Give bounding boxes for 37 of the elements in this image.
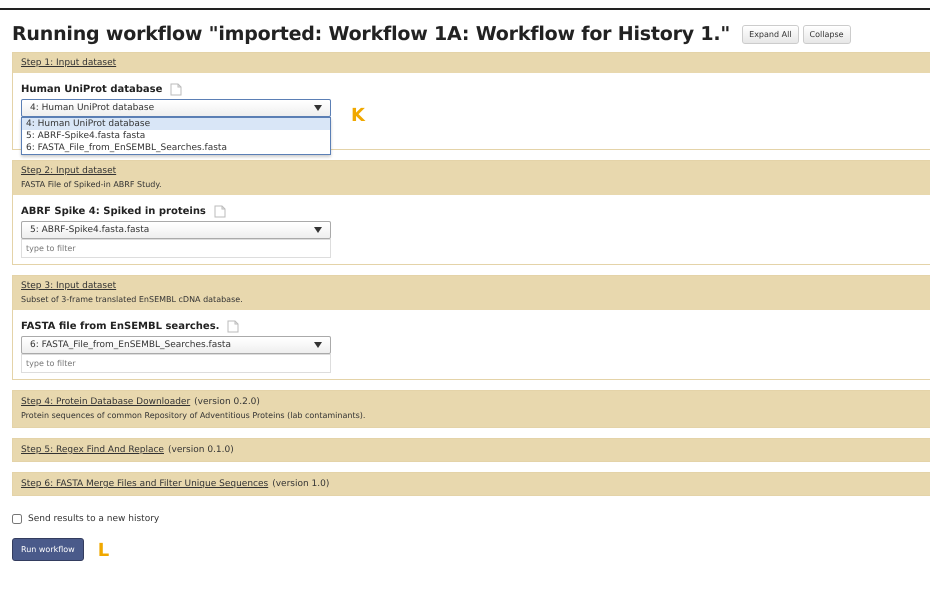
checkbox-label: Send results to a new history bbox=[28, 514, 160, 524]
step-description: Subset of 3-frame translated EnSEMBL cDNA database. bbox=[21, 294, 244, 306]
tool-link[interactable]: Step 5: Regex Find And Replace bbox=[21, 443, 164, 457]
header-button[interactable]: Collapse bbox=[802, 24, 851, 44]
page-title: Running workflow "imported: Workflow 1A: Workflow for History 1." bbox=[12, 23, 730, 45]
dropdown-option[interactable]: 6: FASTA_File_from_EnSEMBL_Searches.fasta bbox=[22, 142, 330, 154]
dataset-select[interactable]: 6: FASTA_File_from_EnSEMBL_Searches.fasta bbox=[21, 336, 331, 354]
checkbox[interactable] bbox=[12, 514, 22, 524]
header-button[interactable]: Expand All bbox=[742, 24, 799, 44]
parameter-label: Human UniProt database bbox=[21, 84, 162, 95]
filter-field[interactable]: type to filter bbox=[21, 239, 331, 258]
dataset-select[interactable]: 5: ABRF-Spike4.fasta.fasta bbox=[21, 221, 331, 239]
version-text: (version 0.1.0) bbox=[168, 444, 234, 457]
step-title: Step 3: Input dataset bbox=[21, 280, 118, 293]
step-description: FASTA File of Spiked-in ABRF Study. bbox=[21, 179, 162, 191]
annotation-letter: K bbox=[351, 105, 365, 126]
step-title: Step 1: Input dataset bbox=[21, 57, 118, 70]
dropdown-option[interactable]: 5: ABRF-Spike4.fasta fasta bbox=[22, 130, 330, 142]
filter-field[interactable]: type to filter bbox=[21, 354, 331, 373]
caret-icon bbox=[314, 227, 322, 233]
caret-icon bbox=[314, 105, 322, 111]
parameter-label: FASTA file from EnSEMBL searches. bbox=[21, 321, 220, 332]
version-text: (version 1.0) bbox=[272, 478, 330, 491]
document-icon[interactable] bbox=[214, 205, 226, 218]
version-text: (version 0.2.0) bbox=[194, 396, 260, 409]
dropdown-option[interactable]: 4: Human UniProt database bbox=[22, 118, 330, 130]
parameter-label: ABRF Spike 4: Spiked in proteins bbox=[21, 206, 206, 217]
document-icon[interactable] bbox=[227, 320, 240, 333]
caret-icon bbox=[314, 342, 322, 348]
dataset-select[interactable]: 4: Human UniProt database bbox=[21, 99, 331, 117]
tool-link[interactable]: Step 4: Protein Database Downloader bbox=[21, 395, 190, 409]
step-description: Protein sequences of common Repository of Adventitious Proteins (lab contaminants). bbox=[21, 410, 366, 422]
annotation-letter: L bbox=[98, 540, 110, 561]
tool-link[interactable]: Step 6: FASTA Merge Files and Filter Unique Sequences bbox=[21, 477, 268, 491]
document-icon[interactable] bbox=[170, 83, 182, 96]
run-workflow-button[interactable]: Run workflow bbox=[12, 538, 84, 561]
step-title: Step 2: Input dataset bbox=[21, 165, 118, 178]
